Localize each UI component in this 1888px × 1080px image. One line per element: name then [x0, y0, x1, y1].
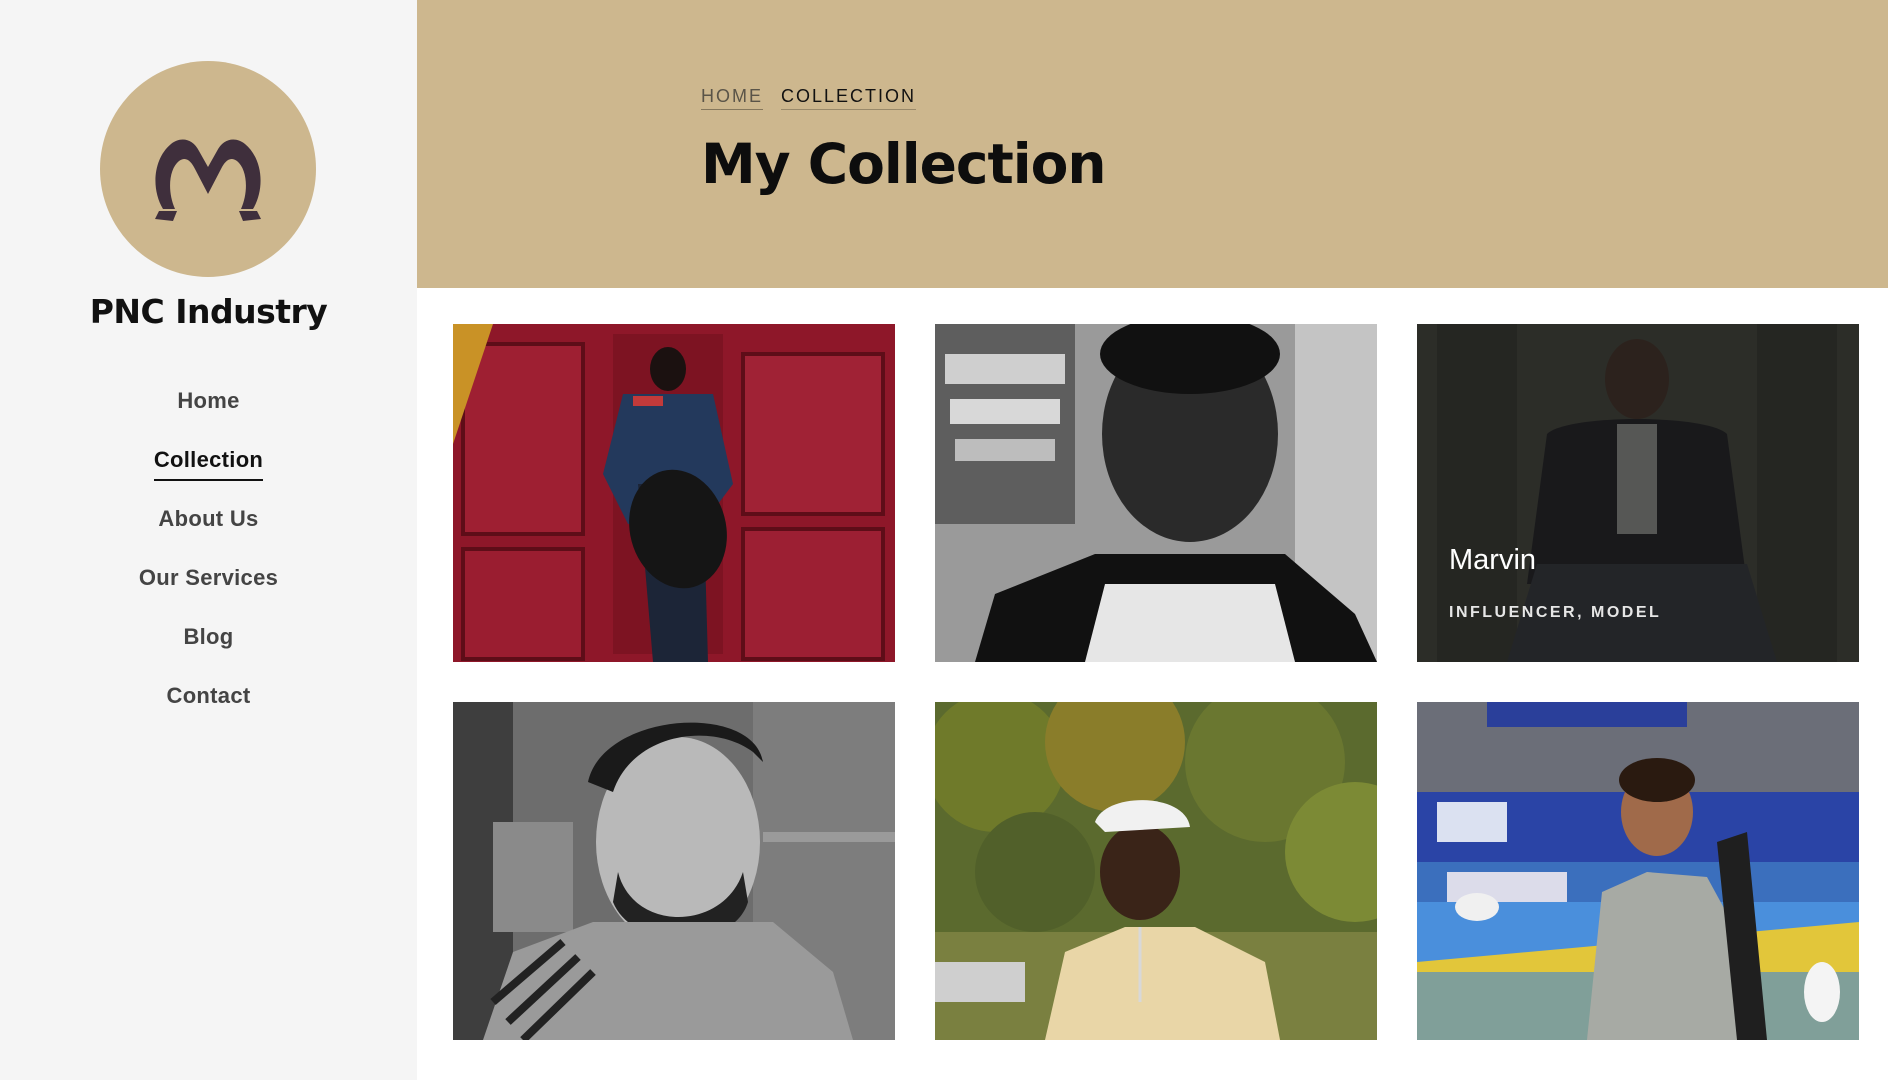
- nav-link-blog[interactable]: Blog: [183, 624, 233, 656]
- logo[interactable]: [100, 61, 316, 277]
- collection-card-4[interactable]: [453, 702, 895, 1040]
- collection-card-5[interactable]: [935, 702, 1377, 1040]
- page-title: My Collection: [701, 132, 1107, 196]
- card-subtitle: INFLUENCER, MODEL: [1449, 604, 1662, 621]
- breadcrumb: HOME COLLECTION: [701, 86, 917, 110]
- brand-name: PNC Industry: [89, 292, 328, 331]
- sidebar: PNC Industry Home Collection About Us Ou…: [0, 0, 417, 1080]
- nav-item-blog: Blog: [0, 624, 417, 683]
- man-bw-portrait-photo: [935, 324, 1377, 662]
- card-title: Marvin: [1449, 544, 1537, 576]
- collection-card-3[interactable]: Marvin INFLUENCER, MODEL: [1417, 324, 1859, 662]
- main-nav: Home Collection About Us Our Services Bl…: [0, 388, 417, 742]
- man-red-door-photo: [453, 324, 895, 662]
- breadcrumb-collection[interactable]: COLLECTION: [781, 86, 917, 110]
- nav-item-our-services: Our Services: [0, 565, 417, 624]
- nav-link-collection[interactable]: Collection: [153, 447, 264, 481]
- nav-item-about-us: About Us: [0, 506, 417, 565]
- man-jiujitsu-arena-photo: [1417, 702, 1859, 1040]
- nav-item-home: Home: [0, 388, 417, 447]
- collection-card-1[interactable]: [453, 324, 895, 662]
- nav-item-contact: Contact: [0, 683, 417, 742]
- man-cap-smiling-bw-photo: [453, 702, 895, 1040]
- collection-card-6[interactable]: [1417, 702, 1859, 1040]
- nav-item-collection: Collection: [0, 447, 417, 506]
- heart-hands-icon: [155, 139, 261, 221]
- page-header: HOME COLLECTION My Collection: [417, 0, 1888, 288]
- nav-link-our-services[interactable]: Our Services: [139, 565, 278, 597]
- nav-link-about-us[interactable]: About Us: [158, 506, 258, 538]
- breadcrumb-home[interactable]: HOME: [701, 86, 763, 110]
- collection-card-2[interactable]: [935, 324, 1377, 662]
- man-white-cap-trees-photo: [935, 702, 1377, 1040]
- nav-link-contact[interactable]: Contact: [167, 683, 251, 715]
- nav-link-home[interactable]: Home: [177, 388, 239, 420]
